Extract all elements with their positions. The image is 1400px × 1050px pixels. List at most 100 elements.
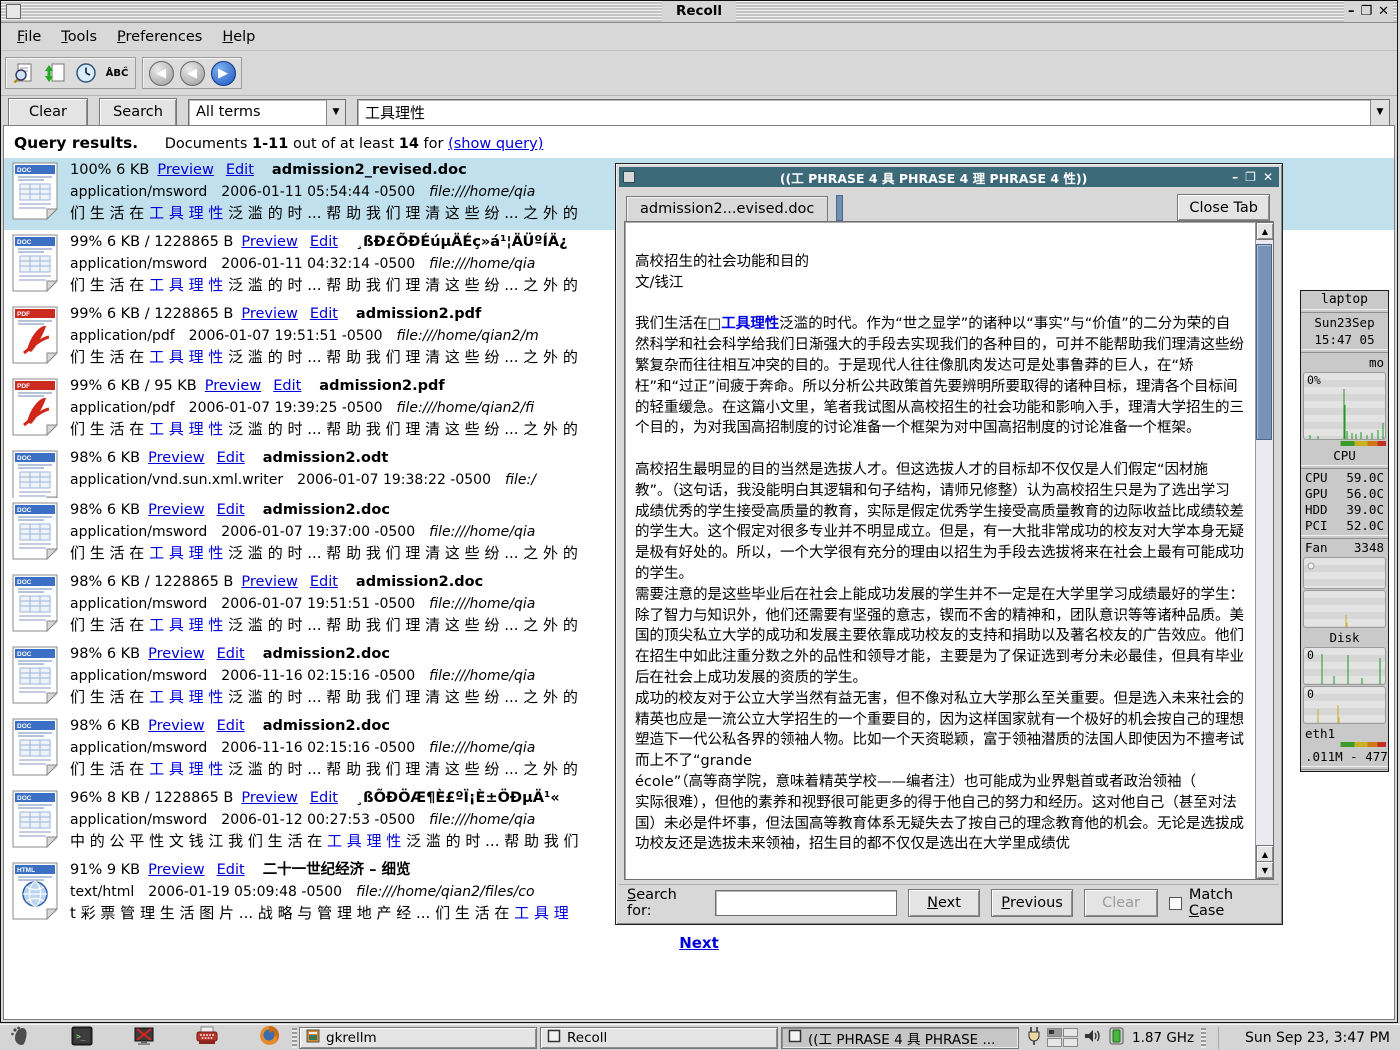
back-icon[interactable]: ◀ (147, 60, 175, 86)
panel-handle[interactable] (292, 1028, 297, 1048)
tray-handle[interactable] (1201, 1028, 1206, 1048)
preview-document-text[interactable]: 高校招生的社会功能和目的 文/钱江我们生活在□工具理性泛滥的时代。作为“世之显学… (625, 222, 1256, 879)
cpu-frequency-icon[interactable] (1108, 1026, 1125, 1050)
taskbar-window-button[interactable]: Recoll (540, 1027, 778, 1049)
show-query-link[interactable]: (show query) (448, 136, 543, 152)
search-mode-select[interactable]: All terms ▼ (188, 99, 346, 126)
preview-tabbar: admission2...evised.doc Close Tab (624, 194, 1274, 221)
close-icon[interactable]: ✕ (1263, 170, 1273, 184)
term-explorer-icon[interactable]: ÅBĈ (103, 60, 131, 86)
doc-file-icon[interactable]: DOC (12, 162, 58, 224)
edit-link[interactable]: Edit (310, 574, 338, 590)
preview-link[interactable]: Preview (148, 862, 204, 878)
display-lock-icon[interactable] (133, 1026, 155, 1050)
result-title: ¸ßÐ£ÕÐÉúµÄÉç»á¹¦ÄÜºÍÄ¿ (356, 234, 568, 250)
close-icon[interactable]: ✕ (1378, 4, 1389, 19)
preview-link[interactable]: Preview (148, 646, 204, 662)
minimize-icon[interactable]: – (1348, 4, 1355, 19)
maximize-icon[interactable]: ❐ (1245, 170, 1256, 184)
volume-icon[interactable] (1083, 1027, 1103, 1049)
doc-file-icon[interactable]: DOC (12, 790, 58, 852)
advanced-search-icon[interactable] (10, 60, 38, 86)
maximize-icon[interactable]: ❐ (1360, 4, 1372, 19)
preview-link[interactable]: Preview (205, 378, 261, 394)
doc-file-icon[interactable]: DOC (12, 574, 58, 636)
chevron-down-icon[interactable]: ▼ (326, 100, 345, 125)
edit-link[interactable]: Edit (310, 306, 338, 322)
power-plug-icon[interactable] (1026, 1026, 1042, 1050)
preview-scrollbar[interactable]: ▲ ▲ ▼ (1255, 222, 1273, 879)
search-button[interactable]: Search (99, 98, 177, 127)
doc-file-icon[interactable]: DOC (12, 234, 58, 296)
doc-file-icon[interactable]: DOC (12, 502, 58, 564)
document-history-icon[interactable] (72, 60, 100, 86)
window-titlebar[interactable]: Recoll – ❐ ✕ (1, 1, 1397, 23)
doc-file-icon[interactable]: DOC (12, 646, 58, 708)
scroll-up-icon[interactable]: ▲ (1256, 222, 1274, 240)
window-menu-button[interactable] (6, 4, 21, 19)
preview-link[interactable]: Preview (157, 162, 213, 178)
preview-window-menu-button[interactable] (623, 171, 635, 183)
taskbar-clock[interactable]: Sun Sep 23, 3:47 PM (1218, 1027, 1400, 1049)
next-page-link[interactable]: Next (679, 934, 719, 952)
taskbar-window-button[interactable]: gkrellm (299, 1027, 537, 1049)
scrollbar-thumb[interactable] (1256, 244, 1272, 440)
edit-link[interactable]: Edit (310, 234, 338, 250)
doc-file-icon[interactable]: DOC (12, 450, 58, 498)
gkrellm-panel[interactable]: laptop Sun23Sep 15:47 05 mo 0% CPU (1300, 290, 1389, 772)
taskbar-window-button[interactable]: ((工 PHRASE 4 具 PHRASE ... (781, 1027, 1019, 1049)
firefox-icon[interactable] (259, 1025, 280, 1050)
preview-link[interactable]: Preview (148, 718, 204, 734)
system-tray: 1.87 GHz (1022, 1026, 1212, 1050)
html-file-icon[interactable]: HTML (12, 862, 58, 924)
preview-link[interactable]: Preview (241, 790, 297, 806)
edit-link[interactable]: Edit (217, 862, 245, 878)
preview-link[interactable]: Preview (241, 234, 297, 250)
edit-link[interactable]: Edit (217, 502, 245, 518)
close-tab-button[interactable]: Close Tab (1177, 194, 1270, 221)
net-title: eth1 (1301, 725, 1388, 742)
workspace-switcher[interactable] (1047, 1028, 1078, 1047)
menu-help[interactable]: Help (212, 26, 265, 48)
find-next-button[interactable]: Next (908, 889, 980, 917)
find-previous-button[interactable]: Previous (991, 889, 1073, 917)
preview-link[interactable]: Preview (148, 502, 204, 518)
pdf-file-icon[interactable]: PDF (12, 306, 58, 368)
minimize-icon[interactable]: – (1232, 170, 1238, 184)
terminal-icon[interactable]: >_ (71, 1026, 93, 1050)
doc-file-icon[interactable]: DOC (12, 718, 58, 780)
edit-link[interactable]: Edit (217, 718, 245, 734)
preview-titlebar[interactable]: ((工 PHRASE 4 具 PHRASE 4 理 PHRASE 4 性)) –… (619, 167, 1279, 187)
match-case-checkbox[interactable] (1169, 897, 1182, 910)
typewriter-icon[interactable] (195, 1026, 219, 1050)
preview-tab[interactable]: admission2...evised.doc (626, 196, 828, 221)
menu-tools[interactable]: Tools (51, 26, 107, 48)
find-input[interactable] (715, 890, 897, 916)
back-alt-icon[interactable]: ◀ (178, 60, 206, 86)
scroll-down-icon[interactable]: ▼ (1256, 861, 1274, 879)
results-count-text: Documents (165, 136, 248, 152)
preview-link[interactable]: Preview (241, 574, 297, 590)
menu-preferences[interactable]: Preferences (107, 26, 212, 48)
preview-link[interactable]: Preview (241, 306, 297, 322)
edit-link[interactable]: Edit (226, 162, 254, 178)
pdf-file-icon[interactable]: PDF (12, 378, 58, 440)
edit-link[interactable]: Edit (217, 646, 245, 662)
svg-text:DOC: DOC (17, 239, 32, 246)
search-mode-value: All terms (189, 104, 326, 120)
edit-link[interactable]: Edit (273, 378, 301, 394)
edit-link[interactable]: Edit (310, 790, 338, 806)
sort-parameters-icon[interactable] (41, 60, 69, 86)
results-title: Query results. (14, 134, 138, 152)
chevron-down-icon[interactable]: ▼ (1370, 100, 1389, 125)
menu-file[interactable]: File (7, 26, 51, 48)
find-clear-button[interactable]: Clear (1084, 889, 1158, 917)
edit-link[interactable]: Edit (217, 450, 245, 466)
search-query-value: 工具理性 (358, 102, 1370, 123)
forward-icon[interactable]: ▶ (209, 60, 237, 86)
gnome-menu-icon[interactable] (10, 1025, 31, 1050)
preview-link[interactable]: Preview (148, 450, 204, 466)
result-url: file:///home/qia (429, 256, 535, 272)
clear-button[interactable]: Clear (8, 98, 88, 127)
search-input[interactable]: 工具理性 ▼ (357, 99, 1390, 126)
